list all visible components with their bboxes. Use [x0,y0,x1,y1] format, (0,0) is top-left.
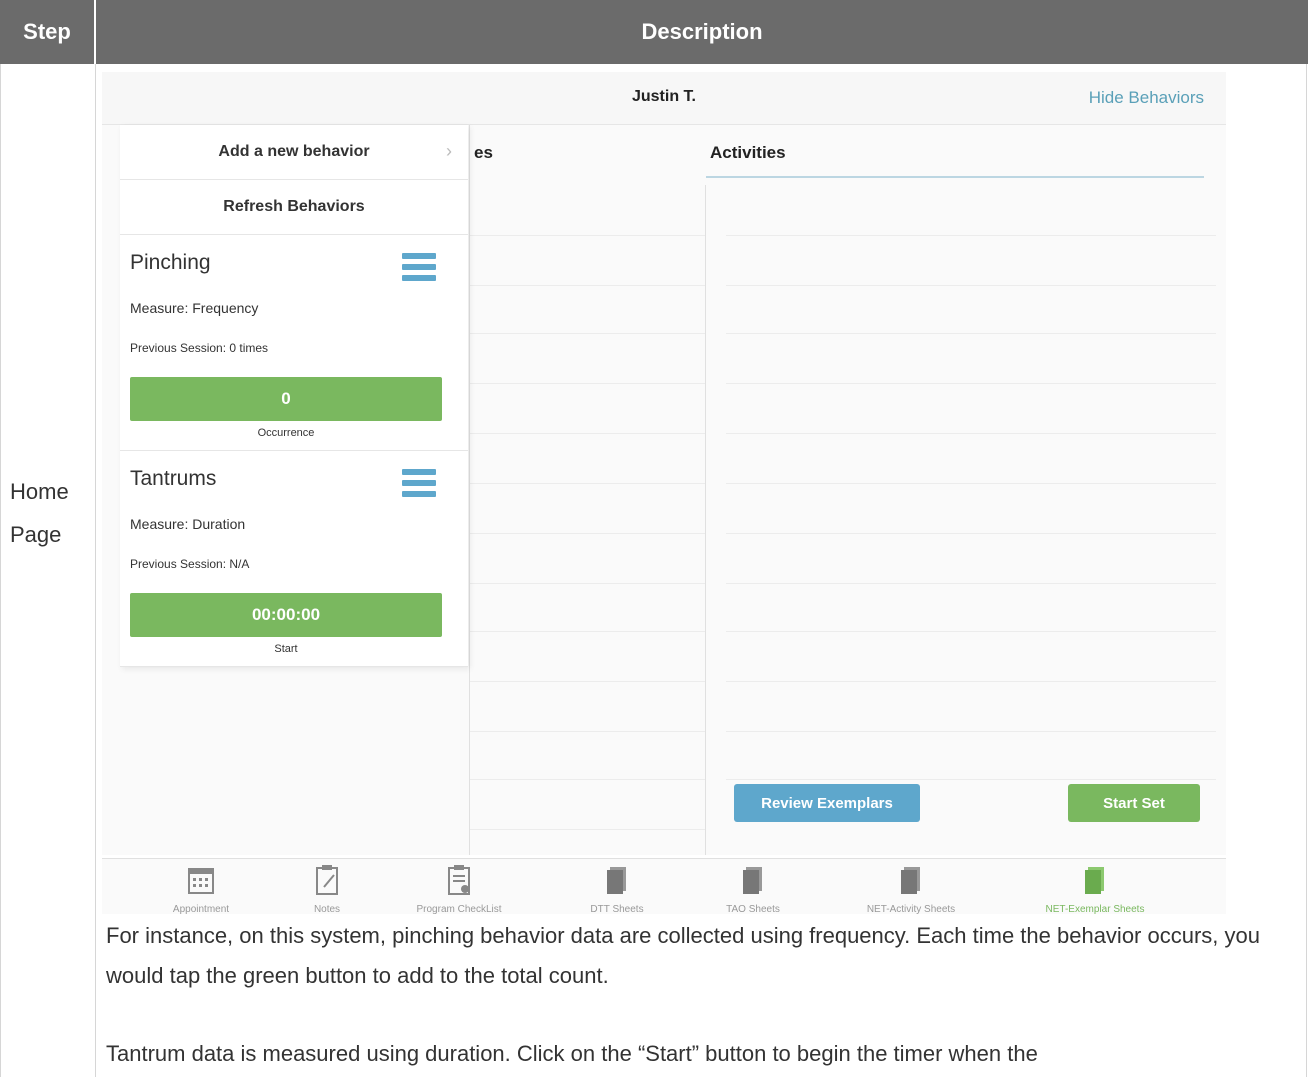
row-line [470,583,705,584]
add-behavior-button[interactable]: Add a new behavior › [120,125,468,180]
row-line [470,779,705,780]
behavior-divider [120,666,468,667]
activity-line [726,285,1216,286]
activity-line [726,533,1216,534]
tab-dtt-sheets[interactable]: DTT Sheets [552,859,682,914]
tab-appointment[interactable]: Appointment [136,859,266,914]
behavior-measure: Measure: Duration [130,516,246,532]
activity-line [726,235,1216,236]
row-line [470,731,705,732]
row-line [470,333,705,334]
behavior-divider [120,450,468,451]
behavior-previous: Previous Session: N/A [130,557,250,571]
start-set-button[interactable]: Start Set [1068,784,1200,822]
tab-label: TAO Sheets [726,904,780,914]
add-behavior-label: Add a new behavior [218,143,370,160]
row-line [470,631,705,632]
header-description: Description [96,0,1308,64]
explanation-paragraph: For instance, on this system, pinching b… [106,923,1260,988]
tab-label: Notes [313,904,341,914]
behavior-previous: Previous Session: 0 times [130,341,269,355]
behavior-name: Pinching [130,251,211,274]
tab-label: Appointment [172,904,230,914]
row-line [470,483,705,484]
button-caption: Start [274,643,298,655]
row-line [470,533,705,534]
cell-border [0,64,1,1077]
refresh-behaviors-button[interactable]: Refresh Behaviors [120,180,468,235]
app-header: Justin T. Hide Behaviors [102,72,1226,125]
calendar-icon [188,868,214,894]
activity-line [726,483,1216,484]
menu-icon[interactable] [402,469,436,503]
step-label: Home Page [10,479,69,547]
row-line [470,681,705,682]
tab-label: DTT Sheets [590,904,644,914]
menu-icon[interactable] [402,253,436,287]
tab-label: NET-Activity Sheets [866,904,956,914]
behavior-measure: Measure: Frequency [130,300,259,316]
row-line [470,285,705,286]
bottom-tab-bar: Appointment Notes Program CheckList DTT … [102,858,1226,914]
behaviors-panel: Add a new behavior › Refresh Behaviors P… [120,125,468,667]
activities-underline [706,176,1204,178]
activity-line [726,631,1216,632]
tab-program-checklist[interactable]: Program CheckList [394,859,524,914]
checklist-icon [448,865,470,895]
activity-line [726,433,1216,434]
row-line [470,235,705,236]
sheets-icon [743,867,762,894]
column-header-partial: es [474,143,493,162]
activity-line [726,681,1216,682]
cell-border [1306,64,1307,1077]
header-step: Step [0,0,96,64]
instruction-table: Step Description Home Page Justin T. Hide… [0,0,1308,1077]
sheets-icon [607,867,626,894]
app-screenshot: Justin T. Hide Behaviors es Activities R… [102,72,1226,914]
client-name: Justin T. [631,88,696,105]
tab-notes[interactable]: Notes [262,859,392,914]
row-line [470,829,705,830]
activity-line [726,779,1216,780]
refresh-behaviors-label: Refresh Behaviors [223,198,365,215]
sheets-icon [901,867,920,894]
row-line [470,383,705,384]
activity-line [726,383,1216,384]
column-header-activities: Activities [710,143,786,162]
hide-behaviors-button[interactable]: Hide Behaviors [1089,88,1204,108]
duration-timer-button[interactable]: 00:00:00 [130,593,442,637]
tab-label: NET-Exemplar Sheets [1045,904,1145,914]
sheets-icon [1085,867,1104,894]
activity-line [726,731,1216,732]
occurrence-counter-button[interactable]: 0 [130,377,442,421]
notes-icon [316,865,338,895]
tab-net-exemplar-sheets[interactable]: NET-Exemplar Sheets [1030,859,1160,914]
tab-label: Program CheckList [416,904,502,914]
tab-net-activity-sheets[interactable]: NET-Activity Sheets [846,859,976,914]
column-divider [705,185,706,855]
chevron-right-icon: › [446,141,452,161]
activity-line [726,333,1216,334]
tab-tao-sheets[interactable]: TAO Sheets [688,859,818,914]
button-caption: Occurrence [257,427,315,439]
review-exemplars-button[interactable]: Review Exemplars [734,784,920,822]
row-line [470,433,705,434]
activity-line [726,583,1216,584]
cell-border [95,64,96,1077]
behavior-name: Tantrums [130,467,217,490]
explanation-paragraph: Tantrum data is measured using duration.… [106,1041,1038,1066]
